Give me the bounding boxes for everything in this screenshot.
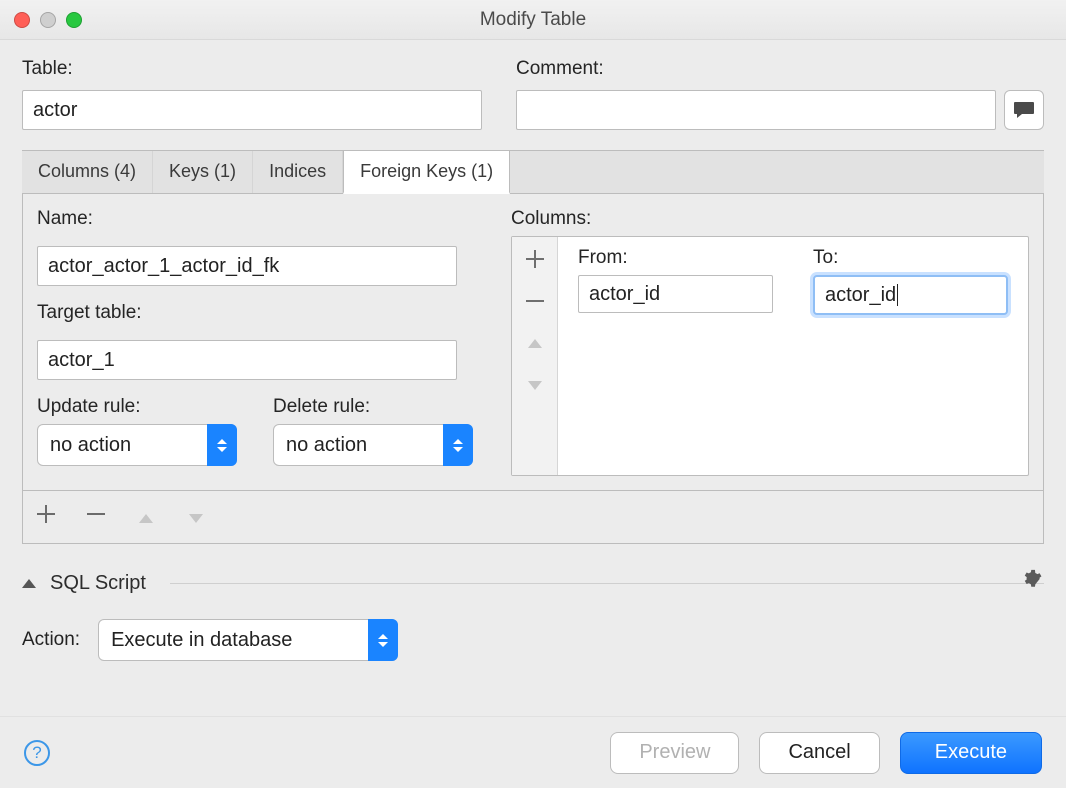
action-label: Action: xyxy=(22,629,80,651)
plus-icon xyxy=(526,250,544,268)
triangle-up-icon xyxy=(139,514,153,523)
to-column-cell[interactable]: actor_id xyxy=(813,275,1008,315)
preview-button: Preview xyxy=(610,732,739,774)
tab-indices[interactable]: Indices xyxy=(253,151,343,193)
fk-list-toolbar xyxy=(23,490,1043,543)
from-column-value: actor_id xyxy=(589,283,660,306)
help-button[interactable]: ? xyxy=(24,740,50,766)
window-title: Modify Table xyxy=(480,9,586,31)
remove-fk-button[interactable] xyxy=(83,503,109,529)
target-table-input[interactable] xyxy=(37,340,457,380)
fk-name-label: Name: xyxy=(37,208,497,230)
plus-icon xyxy=(37,505,55,523)
window-controls xyxy=(14,12,82,28)
remove-column-button[interactable] xyxy=(516,283,554,319)
expand-comment-button[interactable] xyxy=(1004,90,1044,130)
tabs: Columns (4) Keys (1) Indices Foreign Key… xyxy=(22,150,1044,194)
zoom-window-button[interactable] xyxy=(66,12,82,28)
question-icon: ? xyxy=(32,743,41,763)
move-column-down-button xyxy=(516,367,554,403)
foreign-keys-panel: Name: Target table: Update rule: no acti… xyxy=(22,194,1044,544)
comment-label: Comment: xyxy=(516,58,1044,80)
cancel-button-label: Cancel xyxy=(788,741,850,764)
triangle-up-icon xyxy=(528,339,542,348)
cancel-button[interactable]: Cancel xyxy=(759,732,879,774)
move-fk-up-button xyxy=(133,503,159,529)
from-column-label: From: xyxy=(578,247,773,269)
to-column-value: actor_id xyxy=(825,284,896,307)
triangle-down-icon xyxy=(528,381,542,390)
minus-icon xyxy=(526,292,544,310)
speech-bubble-icon xyxy=(1013,101,1035,119)
preview-button-label: Preview xyxy=(639,741,710,764)
script-action-select[interactable]: Execute in database xyxy=(98,619,398,661)
move-fk-down-button xyxy=(183,503,209,529)
sql-script-section-header[interactable]: SQL Script xyxy=(0,572,1066,595)
fk-name-input[interactable] xyxy=(37,246,457,286)
delete-rule-select[interactable]: no action xyxy=(273,424,473,466)
gear-icon xyxy=(1020,568,1042,590)
close-window-button[interactable] xyxy=(14,12,30,28)
dialog-footer: ? Preview Cancel Execute xyxy=(0,716,1066,788)
tab-keys[interactable]: Keys (1) xyxy=(153,151,253,193)
target-table-label: Target table: xyxy=(37,302,497,324)
collapse-icon xyxy=(22,579,36,588)
add-column-button[interactable] xyxy=(516,241,554,277)
move-column-up-button xyxy=(516,325,554,361)
table-name-input[interactable] xyxy=(22,90,482,130)
fk-columns-label: Columns: xyxy=(511,208,1029,230)
titlebar: Modify Table xyxy=(0,0,1066,40)
execute-button[interactable]: Execute xyxy=(900,732,1042,774)
update-rule-select[interactable]: no action xyxy=(37,424,237,466)
triangle-down-icon xyxy=(189,514,203,523)
execute-button-label: Execute xyxy=(935,741,1007,764)
columns-toolbar xyxy=(512,237,558,475)
sql-script-title: SQL Script xyxy=(50,572,146,595)
text-caret xyxy=(897,284,898,306)
update-rule-label: Update rule: xyxy=(37,396,237,418)
tab-columns[interactable]: Columns (4) xyxy=(22,151,153,193)
divider xyxy=(170,583,1044,584)
script-settings-button[interactable] xyxy=(1020,568,1042,595)
minus-icon xyxy=(87,505,105,523)
tab-foreign-keys[interactable]: Foreign Keys (1) xyxy=(343,151,510,194)
table-label: Table: xyxy=(22,58,482,80)
to-column-label: To: xyxy=(813,247,1008,269)
delete-rule-label: Delete rule: xyxy=(273,396,473,418)
comment-input[interactable] xyxy=(516,90,996,130)
minimize-window-button[interactable] xyxy=(40,12,56,28)
add-fk-button[interactable] xyxy=(33,503,59,529)
from-column-cell[interactable]: actor_id xyxy=(578,275,773,313)
